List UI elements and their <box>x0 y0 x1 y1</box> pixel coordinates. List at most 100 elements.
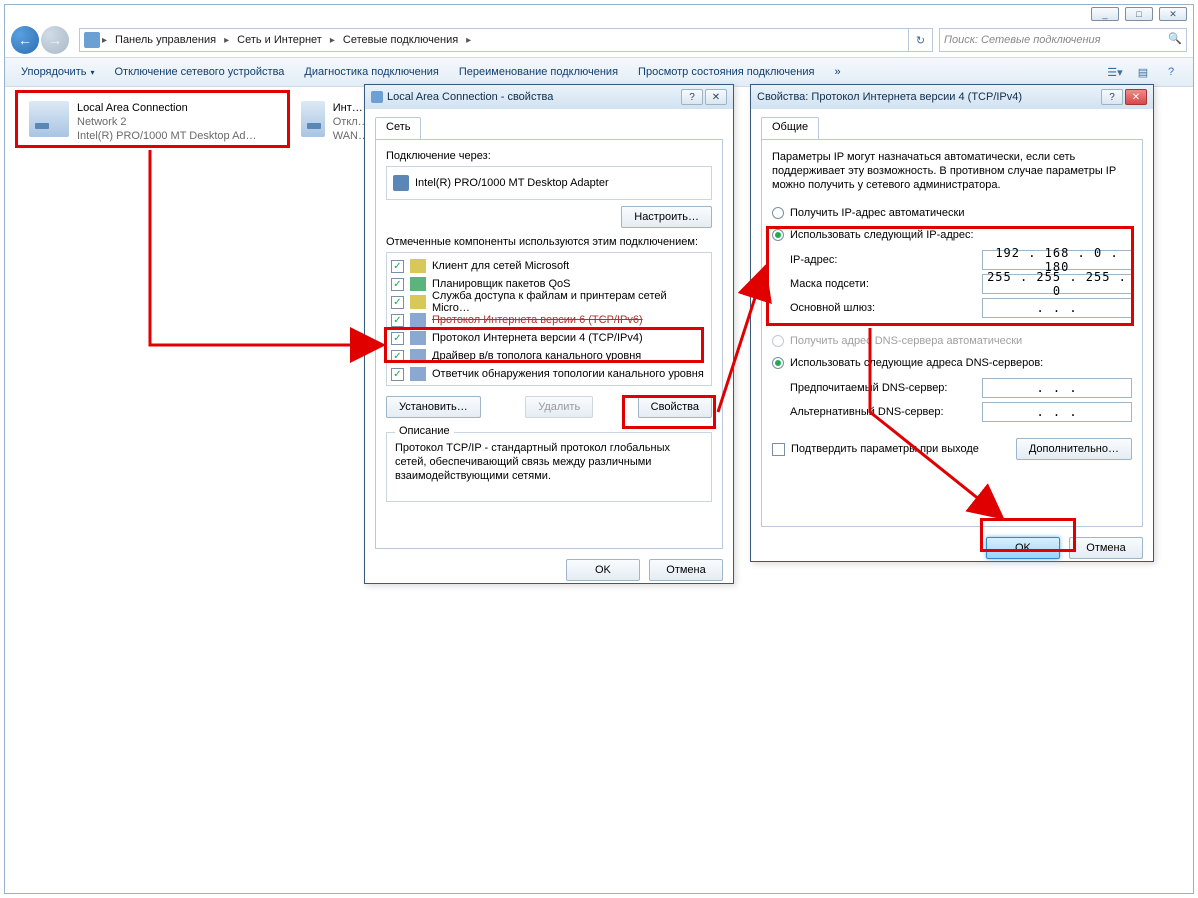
checkbox-label: Подтвердить параметры при выходе <box>791 443 979 455</box>
install-button[interactable]: Установить… <box>386 396 481 418</box>
dialog-lac-properties: Local Area Connection - свойства ? ✕ Сет… <box>364 84 734 584</box>
cancel-button[interactable]: Отмена <box>649 559 723 581</box>
help-button[interactable]: ? <box>1159 61 1183 83</box>
dialog-icon <box>371 91 383 103</box>
remove-button[interactable]: Удалить <box>525 396 593 418</box>
radio-auto-dns: Получить адрес DNS-сервера автоматически <box>772 332 1132 350</box>
checkbox-icon[interactable]: ✓ <box>391 296 404 309</box>
crumb-connections[interactable]: Сетевые подключения <box>337 29 464 51</box>
radio-label: Получить IP-адрес автоматически <box>790 207 964 219</box>
component-lldp-responder[interactable]: ✓ Ответчик обнаружения топологии канально… <box>391 365 707 383</box>
view-options-button[interactable]: ☰▾ <box>1103 61 1127 83</box>
component-label: Клиент для сетей Microsoft <box>432 260 569 272</box>
crumb-cpanel[interactable]: Панель управления <box>109 29 222 51</box>
view-status[interactable]: Просмотр состояния подключения <box>632 60 820 84</box>
toolbar-overflow[interactable]: » <box>828 60 846 84</box>
cancel-button[interactable]: Отмена <box>1069 537 1143 559</box>
component-tcpip4[interactable]: ✓Протокол Интернета версии 4 (TCP/IPv4) <box>391 329 707 347</box>
advanced-button[interactable]: Дополнительно… <box>1016 438 1132 460</box>
configure-button[interactable]: Настроить… <box>621 206 712 228</box>
checkbox-icon[interactable]: ✓ <box>391 332 404 345</box>
component-client[interactable]: ✓ Клиент для сетей Microsoft <box>391 257 707 275</box>
rename-connection[interactable]: Переименование подключения <box>453 60 624 84</box>
adapter-name: Intel(R) PRO/1000 MT Desktop Adapter <box>415 177 609 189</box>
close-button[interactable]: ✕ <box>1159 7 1187 21</box>
checkbox-icon[interactable]: ✓ <box>391 350 404 363</box>
tab-network[interactable]: Сеть <box>375 117 421 139</box>
properties-button[interactable]: Свойства <box>638 396 712 418</box>
component-lldp-driver[interactable]: ✓Драйвер в/в тополога канального уровня <box>391 347 707 365</box>
dns-primary-input[interactable]: . . . <box>982 378 1132 398</box>
dialog-close-button[interactable]: ✕ <box>1125 89 1147 105</box>
network-adapter-icon <box>29 101 69 137</box>
nav-bar: ← → ▸ Панель управления ▸ Сеть и Интерне… <box>5 23 1193 57</box>
radio-auto-ip[interactable]: Получить IP-адрес автоматически <box>772 204 1132 222</box>
ok-button[interactable]: OK <box>986 537 1060 559</box>
connection-network: Network 2 <box>77 115 257 129</box>
adapter-box: Intel(R) PRO/1000 MT Desktop Adapter <box>386 166 712 200</box>
ip-address-input[interactable]: 192 . 168 . 0 . 180 <box>982 250 1132 270</box>
checkbox-icon[interactable]: ✓ <box>391 314 404 327</box>
back-button[interactable]: ← <box>11 26 39 54</box>
preview-pane-button[interactable]: ▤ <box>1131 61 1155 83</box>
checkbox-icon[interactable]: ✓ <box>391 368 404 381</box>
component-icon <box>410 331 426 345</box>
radio-icon[interactable] <box>772 229 784 241</box>
dialog-help-button[interactable]: ? <box>681 89 703 105</box>
subnet-mask-input[interactable]: 255 . 255 . 255 . 0 <box>982 274 1132 294</box>
ok-button[interactable]: OK <box>566 559 640 581</box>
radio-icon[interactable] <box>772 207 784 219</box>
dialog-title-text: Local Area Connection - свойства <box>387 91 681 103</box>
diagnose-connection[interactable]: Диагностика подключения <box>298 60 444 84</box>
adapter-icon <box>393 175 409 191</box>
dns-secondary-input[interactable]: . . . <box>982 402 1132 422</box>
dns-secondary-label: Альтернативный DNS-сервер: <box>790 406 944 418</box>
ip-address-label: IP-адрес: <box>790 254 837 266</box>
refresh-button[interactable]: ↻ <box>909 28 933 52</box>
dialog-ipv4-properties: Свойства: Протокол Интернета версии 4 (T… <box>750 84 1154 562</box>
radio-manual-ip[interactable]: Использовать следующий IP-адрес: <box>772 226 1132 244</box>
gateway-input[interactable]: . . . <box>982 298 1132 318</box>
crumb-sep-icon: ▸ <box>464 35 473 46</box>
connection-adapter: Intel(R) PRO/1000 MT Desktop Ad… <box>77 129 257 143</box>
description-legend: Описание <box>395 425 454 437</box>
dialog-help-button[interactable]: ? <box>1101 89 1123 105</box>
connect-via-label: Подключение через: <box>386 150 712 162</box>
network-adapter-icon <box>301 101 325 137</box>
component-label: Ответчик обнаружения топологии канальног… <box>432 368 704 380</box>
disable-device[interactable]: Отключение сетевого устройства <box>108 60 290 84</box>
component-file-share[interactable]: ✓Служба доступа к файлам и принтерам сет… <box>391 293 707 311</box>
dialog-close-button[interactable]: ✕ <box>705 89 727 105</box>
forward-button[interactable]: → <box>41 26 69 54</box>
radio-icon[interactable] <box>772 357 784 369</box>
confirm-on-exit-checkbox[interactable]: ✓ Подтвердить параметры при выходе <box>772 440 979 458</box>
radio-manual-dns[interactable]: Использовать следующие адреса DNS-сервер… <box>772 354 1132 372</box>
components-label: Отмеченные компоненты используются этим … <box>386 236 712 248</box>
search-input[interactable]: Поиск: Сетевые подключения 🔍 <box>939 28 1187 52</box>
minimize-button[interactable]: _ <box>1091 7 1119 21</box>
checkbox-icon[interactable]: ✓ <box>391 260 404 273</box>
crumb-sep-icon: ▸ <box>222 35 231 46</box>
component-label: Планировщик пакетов QoS <box>432 278 571 290</box>
radio-label: Использовать следующие адреса DNS-сервер… <box>790 357 1043 369</box>
dialog-titlebar[interactable]: Local Area Connection - свойства ? ✕ <box>365 85 733 109</box>
crumb-network[interactable]: Сеть и Интернет <box>231 29 328 51</box>
connection-item-lac[interactable]: Local Area Connection Network 2 Intel(R)… <box>23 97 273 147</box>
search-placeholder: Поиск: Сетевые подключения <box>944 34 1101 46</box>
tab-general[interactable]: Общие <box>761 117 819 139</box>
crumb-sep-icon: ▸ <box>328 35 337 46</box>
organize-menu[interactable]: Упорядочить ▾ <box>15 60 100 84</box>
checkbox-icon[interactable]: ✓ <box>391 278 404 291</box>
refresh-icon: ↻ <box>916 34 925 47</box>
dialog-titlebar[interactable]: Свойства: Протокол Интернета версии 4 (T… <box>751 85 1153 109</box>
component-icon <box>410 349 426 363</box>
connection-item-internet[interactable]: Инт… Откл… WAN… <box>295 97 375 147</box>
nav-icon <box>84 32 100 48</box>
maximize-button[interactable]: □ <box>1125 7 1153 21</box>
ipv4-intro: Параметры IP могут назначаться автоматич… <box>772 150 1132 192</box>
organize-label: Упорядочить <box>21 66 86 78</box>
checkbox-icon[interactable]: ✓ <box>772 443 785 456</box>
radio-label: Использовать следующий IP-адрес: <box>790 229 974 241</box>
breadcrumb[interactable]: ▸ Панель управления ▸ Сеть и Интернет ▸ … <box>79 28 909 52</box>
radio-label: Получить адрес DNS-сервера автоматически <box>790 335 1022 347</box>
